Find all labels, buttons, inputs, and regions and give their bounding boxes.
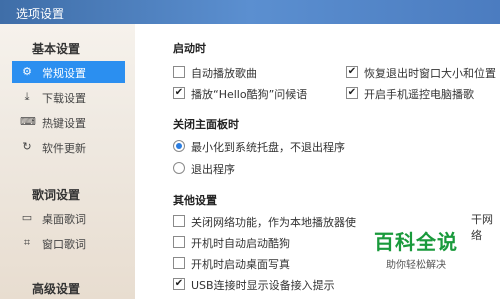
minimize-to-tray-radio[interactable]: 最小化到系统托盘，不退出程序	[173, 139, 393, 155]
keyboard-icon: ⌨	[20, 115, 36, 128]
option-label: 开启手机遥控电脑播歌	[364, 88, 474, 101]
sidebar-item-label: 下载设置	[42, 92, 86, 105]
watermark-title: 百科全说	[374, 230, 458, 254]
window-title: 选项设置	[16, 7, 65, 21]
settings-icon: ⚙	[22, 65, 32, 78]
radio-button[interactable]	[173, 162, 185, 174]
sidebar-item-label: 窗口歌词	[42, 238, 86, 251]
checkbox-box[interactable]	[173, 215, 185, 227]
autostart-checkbox[interactable]: 开机时自动启动酷狗	[173, 235, 353, 251]
sidebar-item-download[interactable]: ⤓ 下载设置	[12, 86, 125, 108]
sidebar-heading-advanced: 高级设置	[32, 282, 81, 296]
checkbox-box[interactable]: ✔	[173, 87, 185, 99]
option-label: 退出程序	[191, 163, 235, 176]
option-label: 开机时自动启动酷狗	[191, 237, 290, 250]
title-bar: 选项设置	[0, 0, 500, 24]
sidebar-heading-lyrics: 歌词设置	[32, 188, 81, 202]
truncated-option-label: 干网络	[471, 213, 493, 242]
watermark-subtitle: 助你轻松解决	[386, 260, 446, 271]
sidebar-item-hotkeys[interactable]: ⌨ 热键设置	[12, 111, 125, 133]
radio-button[interactable]	[173, 140, 185, 152]
option-label: 开机时启动桌面写真	[191, 258, 290, 271]
sidebar-item-desktop-lyrics[interactable]: ▭ 桌面歌词	[12, 207, 125, 229]
download-icon: ⤓	[24, 90, 30, 103]
exit-program-radio[interactable]: 退出程序	[173, 161, 293, 177]
checkbox-box[interactable]: ✔	[173, 278, 185, 290]
sidebar-item-label: 常规设置	[42, 67, 86, 80]
desktop-photo-checkbox[interactable]: 开机时启动桌面写真	[173, 256, 353, 272]
option-label: 恢复退出时窗口大小和位置	[364, 67, 496, 80]
sidebar-heading-basic: 基本设置	[32, 42, 81, 56]
restore-window-checkbox[interactable]: ✔ 恢复退出时窗口大小和位置	[346, 65, 500, 81]
hello-greeting-checkbox[interactable]: ✔ 播放“Hello酷狗”问候语	[173, 86, 338, 102]
checkbox-box[interactable]: ✔	[346, 66, 358, 78]
sidebar-item-label: 桌面歌词	[42, 213, 86, 226]
window-lyrics-icon: ⌗	[23, 236, 31, 249]
disable-network-checkbox[interactable]: 关闭网络功能，作为本地播放器使	[173, 214, 393, 230]
watermark: 百科全说 助你轻松解决	[366, 226, 466, 271]
section-title-close-panel: 关闭主面板时	[173, 118, 239, 131]
checkbox-box[interactable]	[173, 236, 185, 248]
sidebar: 基本设置 ⚙ 常规设置 ⤓ 下载设置 ⌨ 热键设置 ↻ 软件更新 歌词设置 ▭ …	[0, 24, 135, 299]
option-label: 最小化到系统托盘，不退出程序	[191, 141, 345, 154]
desktop-lyrics-icon: ▭	[21, 211, 33, 224]
section-title-other: 其他设置	[173, 194, 217, 207]
sidebar-item-label: 软件更新	[42, 142, 86, 155]
option-label: 播放“Hello酷狗”问候语	[191, 88, 308, 101]
sidebar-item-update[interactable]: ↻ 软件更新	[12, 136, 125, 158]
checkbox-box[interactable]	[173, 257, 185, 269]
phone-remote-checkbox[interactable]: ✔ 开启手机遥控电脑播歌	[346, 86, 500, 102]
checkbox-box[interactable]: ✔	[346, 87, 358, 99]
option-label: 关闭网络功能，作为本地播放器使	[191, 216, 356, 229]
sidebar-item-general[interactable]: ⚙ 常规设置	[12, 61, 125, 83]
option-label: 自动播放歌曲	[191, 67, 257, 80]
checkbox-box[interactable]	[173, 66, 185, 78]
sidebar-item-window-lyrics[interactable]: ⌗ 窗口歌词	[12, 232, 125, 254]
option-label: USB连接时显示设备接入提示	[191, 279, 335, 292]
autoplay-checkbox[interactable]: 自动播放歌曲	[173, 65, 333, 81]
section-title-startup: 启动时	[173, 42, 206, 55]
usb-notice-checkbox[interactable]: ✔ USB连接时显示设备接入提示	[173, 277, 373, 293]
update-icon: ↻	[22, 140, 32, 153]
sidebar-item-label: 热键设置	[42, 117, 86, 130]
